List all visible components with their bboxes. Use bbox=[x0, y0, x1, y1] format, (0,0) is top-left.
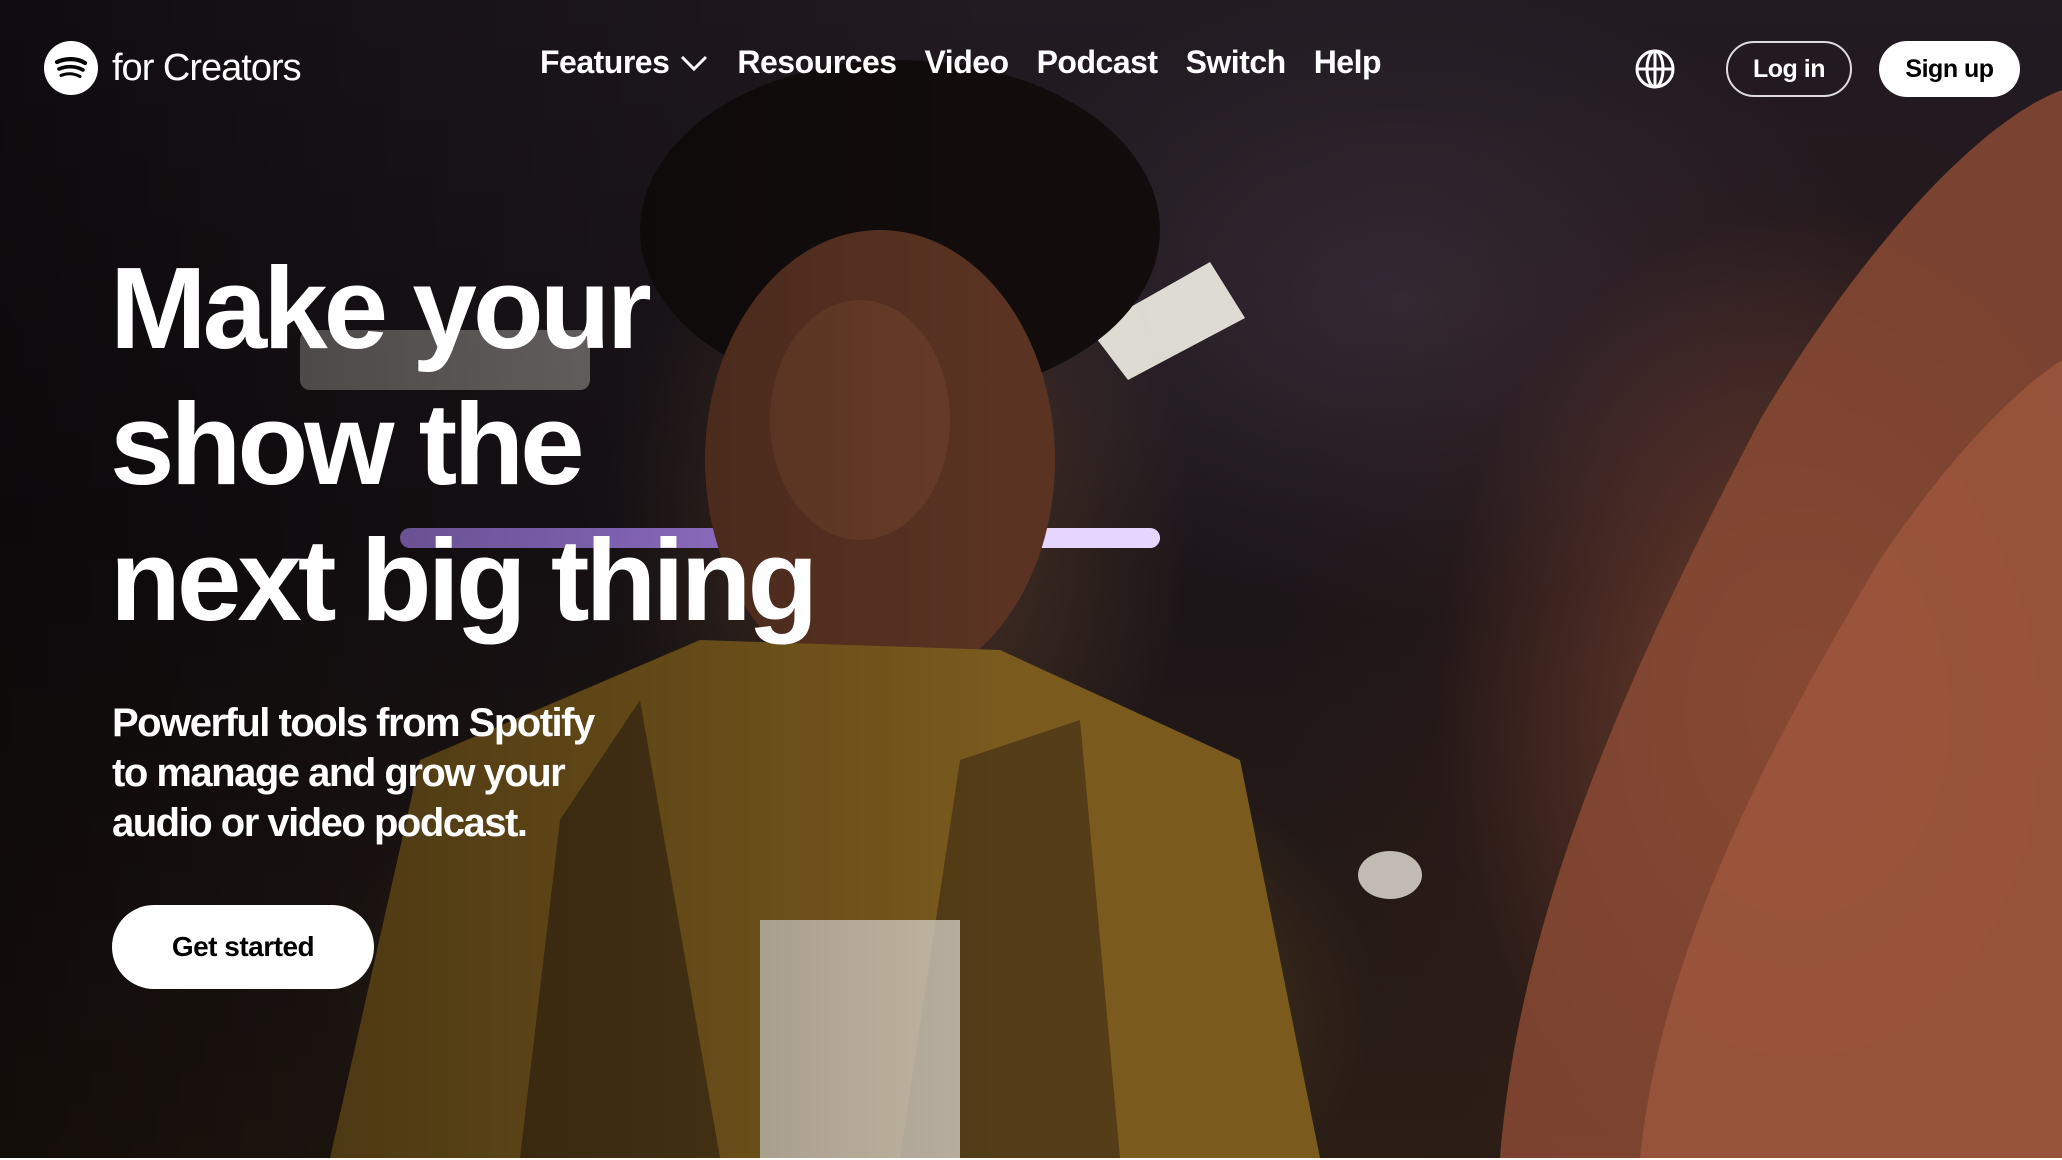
nav-item-label: Podcast bbox=[1036, 44, 1158, 80]
subheading-line: to manage and grow your bbox=[112, 751, 566, 795]
brand-name: for Creators bbox=[112, 46, 302, 89]
hero-headline: Make your show the next big thing bbox=[110, 240, 870, 648]
main-nav: Features Resources Video Podcast Switch … bbox=[540, 44, 1382, 81]
nav-item-label: Switch bbox=[1185, 44, 1287, 80]
nav-item-label: Help bbox=[1313, 44, 1382, 80]
nav-item-label: Resources bbox=[737, 44, 897, 80]
get-started-button[interactable]: Get started bbox=[112, 905, 374, 989]
nav-item-video[interactable]: Video bbox=[924, 44, 1010, 81]
spotify-icon bbox=[44, 41, 98, 95]
brand-logo[interactable]: for Creators bbox=[44, 40, 302, 96]
site-header: for Creators Features Resources Video Po… bbox=[0, 0, 2062, 140]
subheading-line: audio or video podcast. bbox=[112, 801, 528, 845]
nav-item-features[interactable]: Features bbox=[540, 44, 709, 81]
nav-item-podcast[interactable]: Podcast bbox=[1037, 44, 1158, 81]
nav-item-label: Features bbox=[540, 44, 670, 80]
headline-line: next big thing bbox=[110, 515, 818, 645]
hero-subheading: Powerful tools from Spotify to manage an… bbox=[112, 698, 672, 848]
signup-button[interactable]: Sign up bbox=[1879, 41, 2020, 97]
nav-item-resources[interactable]: Resources bbox=[737, 44, 897, 81]
globe-icon[interactable] bbox=[1634, 48, 1676, 90]
nav-item-help[interactable]: Help bbox=[1313, 44, 1382, 81]
headline-line: show the bbox=[110, 379, 585, 509]
nav-item-switch[interactable]: Switch bbox=[1185, 44, 1287, 81]
chevron-down-icon bbox=[679, 44, 709, 81]
nav-item-label: Video bbox=[924, 44, 1010, 80]
login-button[interactable]: Log in bbox=[1726, 41, 1852, 97]
headline-line: Make your bbox=[110, 243, 652, 373]
subheading-line: Powerful tools from Spotify bbox=[112, 701, 595, 745]
